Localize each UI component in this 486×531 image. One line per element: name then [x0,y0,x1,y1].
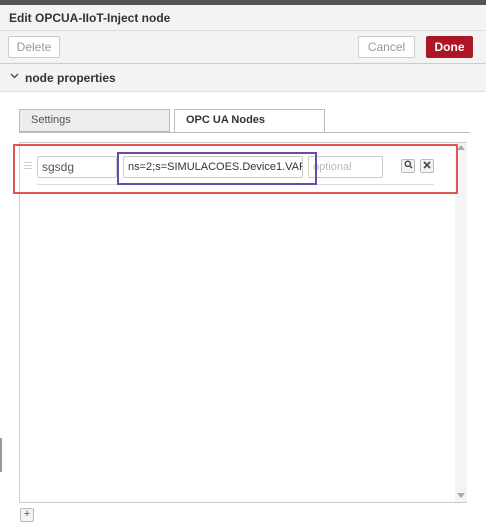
tab-settings[interactable]: Settings [19,109,170,132]
done-button[interactable]: Done [426,36,473,58]
dialog-button-bar: Delete Cancel Done [0,31,486,64]
node-name-input[interactable]: sgsdg [37,156,117,178]
scroll-up-icon[interactable] [457,143,465,152]
tab-bar: Settings OPC UA Nodes [19,109,470,133]
dialog-title-bar: Edit OPCUA-IIoT-Inject node [0,5,486,31]
scroll-down-icon[interactable] [457,492,465,501]
tab-divider [19,132,470,133]
optional-input[interactable]: optional [308,156,383,178]
dialog-title: Edit OPCUA-IIoT-Inject node [9,11,171,25]
search-icon[interactable] [401,159,415,173]
row-divider [37,184,434,185]
drag-handle-icon[interactable] [24,161,32,171]
close-icon[interactable] [420,159,434,173]
tab-opc-ua-nodes[interactable]: OPC UA Nodes [174,109,325,133]
node-list [19,142,467,503]
section-label: node properties [25,71,116,85]
add-node-button[interactable]: + [20,508,34,522]
node-properties-header[interactable]: node properties [0,64,486,92]
window-edge-marker [0,438,2,472]
delete-button[interactable]: Delete [8,36,60,58]
cancel-button[interactable]: Cancel [358,36,415,58]
plus-icon: + [23,508,31,520]
chevron-down-icon [10,71,20,81]
node-id-input[interactable]: ns=2;s=SIMULACOES.Device1.VAR [123,156,303,178]
list-scrollbar[interactable] [455,143,467,502]
